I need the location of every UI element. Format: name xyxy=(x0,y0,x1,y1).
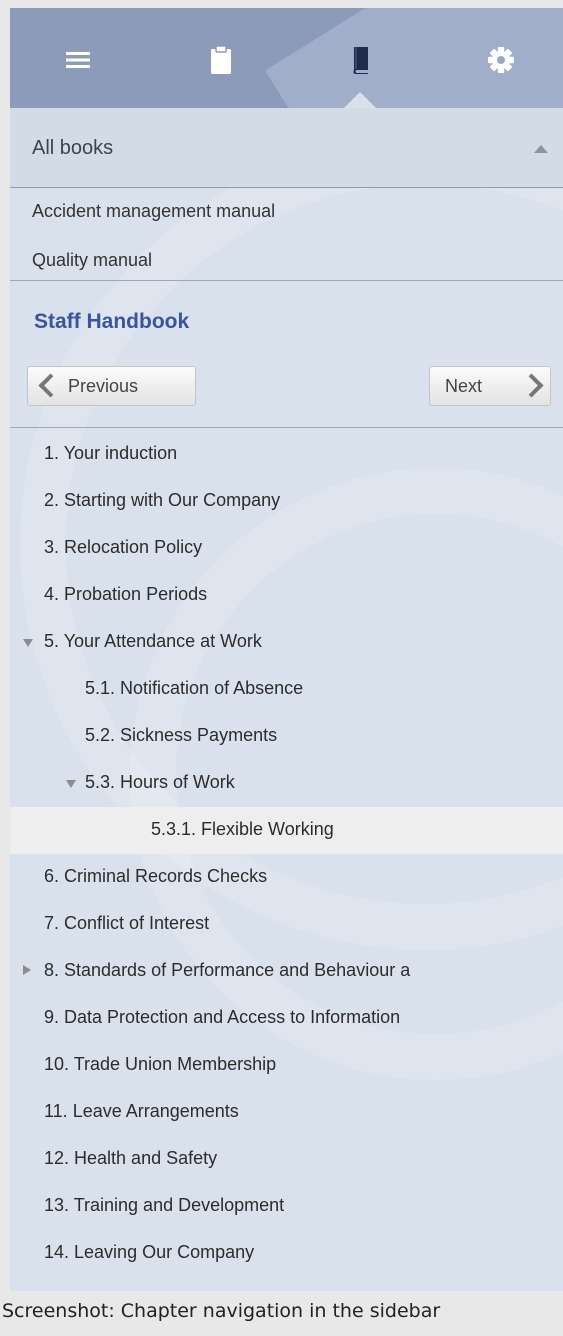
book-link-accident-management[interactable]: Accident management manual xyxy=(32,201,275,222)
toc-item-label: 5. Your Attendance at Work xyxy=(44,631,262,651)
toc-item-label: 14. Leaving Our Company xyxy=(44,1242,255,1262)
toc-item-label: 5.3. Hours of Work xyxy=(85,772,235,792)
collapsed-triangle-icon[interactable] xyxy=(23,965,31,975)
toc-item-label: 5.1. Notification of Absence xyxy=(85,678,304,698)
toc-item-label: 11. Leave Arrangements xyxy=(44,1101,239,1121)
toc-item-label: 7. Conflict of Interest xyxy=(44,913,210,933)
toc-item-label: 9. Data Protection and Access to Informa… xyxy=(44,1007,401,1027)
toc-item-label: 13. Training and Development xyxy=(44,1195,285,1215)
next-label: Next xyxy=(445,376,483,396)
toc-item[interactable]: 3. Relocation Policy xyxy=(10,525,563,572)
toc-item[interactable]: 11. Leave Arrangements xyxy=(10,1089,563,1136)
toc-item-label: 6. Criminal Records Checks xyxy=(44,866,268,886)
toc-item-label: 1. Your induction xyxy=(44,443,178,463)
previous-button[interactable]: Previous xyxy=(27,366,196,406)
active-tab-indicator xyxy=(343,92,377,108)
gear-icon[interactable] xyxy=(481,40,521,80)
sidebar: All books Accident management manual Qua… xyxy=(10,8,563,1291)
toc-item[interactable]: 13. Training and Development xyxy=(10,1183,563,1230)
all-books-title: All books xyxy=(32,137,114,159)
toc-item[interactable]: 4. Probation Periods xyxy=(10,572,563,619)
toc-item-label: 2. Starting with Our Company xyxy=(44,490,281,510)
toc-item[interactable]: 14. Leaving Our Company xyxy=(10,1230,563,1277)
current-book-title: Staff Handbook xyxy=(34,310,190,333)
expanded-triangle-icon[interactable] xyxy=(23,639,33,647)
book-icon[interactable] xyxy=(341,40,381,80)
toc-item[interactable]: 10. Trade Union Membership xyxy=(10,1042,563,1089)
toc-item[interactable]: 9. Data Protection and Access to Informa… xyxy=(10,995,563,1042)
toc-item[interactable]: 2. Starting with Our Company xyxy=(10,478,563,525)
next-button[interactable]: Next xyxy=(429,366,551,406)
book-link-quality-manual[interactable]: Quality manual xyxy=(32,250,152,271)
menu-icon[interactable] xyxy=(58,40,98,80)
sidebar-toolbar xyxy=(10,8,563,108)
divider xyxy=(10,427,563,428)
toc-item[interactable]: 7. Conflict of Interest xyxy=(10,901,563,948)
divider xyxy=(10,280,563,281)
toc-item[interactable]: 5.3.1. Flexible Working xyxy=(10,807,563,854)
toc-item[interactable]: 5.3. Hours of Work xyxy=(10,760,563,807)
toc-item-label: 8. Standards of Performance and Behaviou… xyxy=(44,960,411,980)
previous-label: Previous xyxy=(68,376,139,396)
toc-item[interactable]: 12. Health and Safety xyxy=(10,1136,563,1183)
toc-item[interactable]: 6. Criminal Records Checks xyxy=(10,854,563,901)
collapse-chevron-icon[interactable] xyxy=(534,145,548,153)
all-books-header[interactable]: All books xyxy=(10,108,563,188)
chevron-right-icon xyxy=(519,373,544,398)
toc-item[interactable]: 1. Your induction xyxy=(10,431,563,478)
chevron-left-icon xyxy=(38,373,63,398)
toc-item-label: 3. Relocation Policy xyxy=(44,537,203,557)
toc-item-label: 10. Trade Union Membership xyxy=(44,1054,277,1074)
toc-item[interactable]: 5. Your Attendance at Work xyxy=(10,619,563,666)
toc-item-label: 5.2. Sickness Payments xyxy=(85,725,278,745)
toc-item-label: 12. Health and Safety xyxy=(44,1148,218,1168)
toc-item-label: 5.3.1. Flexible Working xyxy=(151,819,334,839)
expanded-triangle-icon[interactable] xyxy=(66,780,76,788)
toc-item[interactable]: 5.1. Notification of Absence xyxy=(10,666,563,713)
toc-item[interactable]: 8. Standards of Performance and Behaviou… xyxy=(10,948,563,995)
clipboard-icon[interactable] xyxy=(201,40,241,80)
screenshot-caption: Screenshot: Chapter navigation in the si… xyxy=(2,1300,441,1322)
toc-item[interactable]: 5.2. Sickness Payments xyxy=(10,713,563,760)
toc-item-label: 4. Probation Periods xyxy=(44,584,208,604)
